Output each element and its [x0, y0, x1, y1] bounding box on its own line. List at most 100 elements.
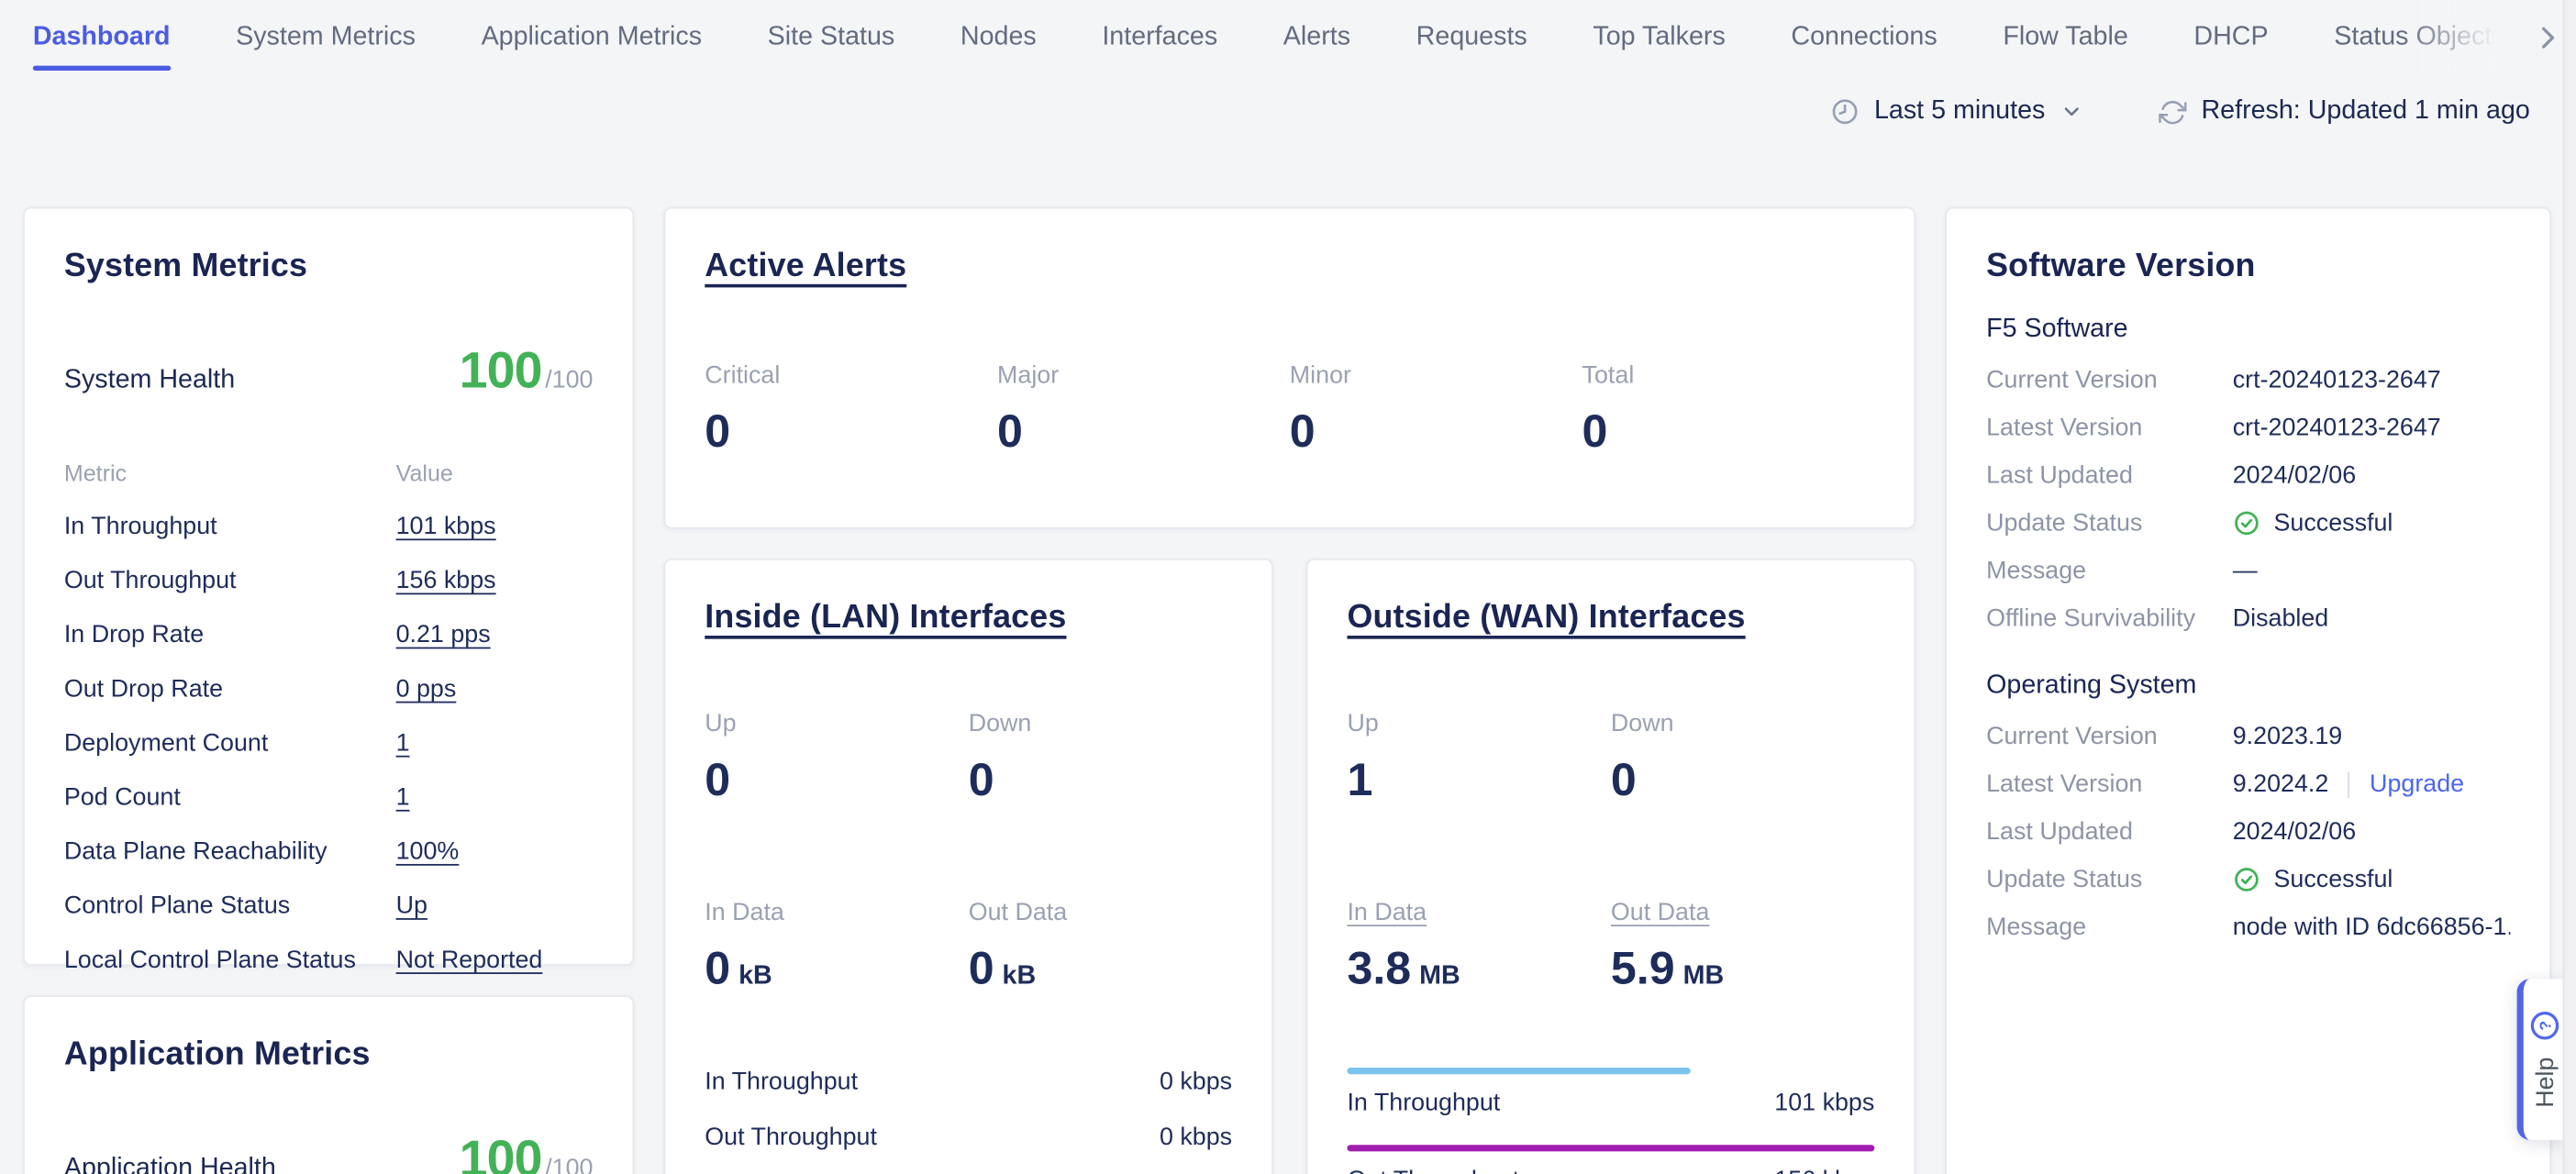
tab-site-status[interactable]: Site Status	[768, 0, 895, 75]
metric-label: Out Throughput	[64, 567, 396, 594]
tab-system-metrics[interactable]: System Metrics	[236, 0, 416, 75]
software-row-current-version: Current Versioncrt-20240123-2647	[1986, 357, 2510, 404]
tab-flow-table[interactable]: Flow Table	[2003, 0, 2127, 75]
top-nav: Dashboard System Metrics Application Metri…	[0, 0, 2576, 75]
software-row-label: Latest Version	[1986, 414, 2233, 441]
software-row-message: Message—	[1986, 547, 2510, 594]
software-row-update-status: Update StatusSuccessful	[1986, 856, 2510, 903]
metric-label: In Throughput	[64, 513, 396, 540]
interface-data-label[interactable]: In Data	[1347, 899, 1610, 926]
refresh-control[interactable]: Refresh: Updated 1 min ago	[2159, 97, 2530, 127]
tab-alerts[interactable]: Alerts	[1283, 0, 1350, 75]
interface-stat-label: Up	[705, 710, 968, 737]
interface-stat-label: Up	[1347, 710, 1610, 737]
tab-dashboard[interactable]: Dashboard	[33, 0, 171, 75]
throughput-bar	[1347, 1068, 1690, 1074]
tab-application-metrics[interactable]: Application Metrics	[482, 0, 702, 75]
interface-stat-value: 0	[705, 754, 968, 806]
metric-row: In Throughput101 kbps	[64, 513, 594, 540]
chevron-right-icon	[2530, 19, 2566, 55]
tab-connections[interactable]: Connections	[1791, 0, 1937, 75]
toolbar: Last 5 minutes Refresh: Updated 1 min ag…	[1830, 97, 2530, 127]
system-health-label: System Health	[64, 366, 235, 395]
metric-value-link[interactable]: 1	[396, 729, 594, 757]
metric-value-link[interactable]: 0 pps	[396, 675, 594, 703]
metric-value-link[interactable]: 101 kbps	[396, 513, 594, 540]
data-value-number: 0	[969, 943, 994, 994]
help-tab[interactable]: Help ?	[2517, 979, 2565, 1140]
tab-status-objects[interactable]: Status Objects	[2334, 0, 2504, 75]
tab-dhcp[interactable]: DHCP	[2193, 0, 2268, 75]
data-value-unit: kB	[738, 962, 772, 990]
metric-value-link[interactable]: 0.21 pps	[396, 621, 594, 648]
software-row-offline-survivability: Offline SurvivabilityDisabled	[1986, 594, 2510, 642]
upgrade-link[interactable]: Upgrade	[2370, 770, 2464, 798]
scrollbar-track[interactable]	[2563, 0, 2576, 1174]
software-row-text: Successful	[2273, 509, 2393, 537]
wan-stat-up: Up 1	[1347, 710, 1610, 807]
wan-stat-in-data: In Data3.8MB	[1347, 899, 1610, 996]
interface-stat-value: 1	[1347, 754, 1610, 806]
software-section-operating-system: Operating SystemCurrent Version9.2023.19…	[1986, 671, 2510, 950]
metric-table-body: In Throughput101 kbpsOut Throughput156 k…	[64, 513, 594, 974]
software-row-current-version: Current Version9.2023.19	[1986, 713, 2510, 760]
system-health-suffix: /100	[545, 366, 593, 393]
metric-value-link[interactable]: Up	[396, 892, 594, 919]
software-section-f5-software: F5 SoftwareCurrent Versioncrt-20240123-2…	[1986, 316, 2510, 642]
metric-row: Out Drop Rate0 pps	[64, 675, 594, 703]
active-alerts-title[interactable]: Active Alerts	[705, 248, 906, 285]
interface-data-value: 0 kB	[969, 943, 1232, 995]
interface-data-value: 5.9MB	[1611, 943, 1874, 995]
software-row-label: Latest Version	[1986, 770, 2233, 798]
throughput-row: Out Throughput0 kbps	[705, 1124, 1232, 1151]
metric-value-link[interactable]: 100%	[396, 837, 594, 865]
metric-row: Out Throughput156 kbps	[64, 567, 594, 594]
metric-row: Data Plane Reachability100%	[64, 837, 594, 865]
stage: Dashboard System Metrics Application Metri…	[0, 0, 2576, 1174]
wan-interfaces-title[interactable]: Outside (WAN) Interfaces	[1347, 600, 1745, 637]
wan-stat-out-data: Out Data 5.9MB	[1611, 899, 1874, 996]
wan-interfaces-card: Outside (WAN) Interfaces Up1Down0 In Dat…	[1306, 559, 1915, 1174]
tab-top-talkers[interactable]: Top Talkers	[1593, 0, 1725, 75]
dashboard-page: Dashboard System Metrics Application Metri…	[0, 0, 2576, 1174]
active-alerts-card: Active Alerts Critical0Major0Minor0Total…	[663, 207, 1915, 529]
throughput-row: In Throughput0 kbps	[705, 1068, 1232, 1095]
application-health-label: Application Health	[64, 1155, 276, 1174]
interface-data-label: In Data	[705, 899, 968, 926]
metric-row: Pod Count1	[64, 783, 594, 811]
time-range-label: Last 5 minutes	[1874, 97, 2045, 127]
metric-value-link[interactable]: 1	[396, 783, 594, 811]
software-row-value: Successful	[2233, 866, 2511, 893]
alert-stat-value: 0	[997, 405, 1290, 458]
throughput-label: Out Throughput	[1347, 1166, 1519, 1174]
metric-value-link[interactable]: Not Reported	[396, 947, 594, 974]
alert-stat-critical: Critical0	[705, 361, 997, 459]
system-metrics-card: System Metrics System Health 100/100 Met…	[23, 207, 634, 966]
software-row-label: Update Status	[1986, 866, 2233, 893]
software-row-text: crt-20240123-2647	[2233, 414, 2441, 441]
data-value-unit: kB	[1003, 962, 1037, 990]
software-row-value: Successful	[2233, 509, 2511, 537]
tab-requests[interactable]: Requests	[1416, 0, 1527, 75]
application-metrics-title: Application Metrics	[64, 1036, 594, 1074]
alert-stat-label: Major	[997, 361, 1290, 389]
wan-throughput-list: In Throughput101 kbpsOut Throughput156 k…	[1347, 1068, 1874, 1174]
metric-table-header: Metric Value	[64, 460, 594, 486]
metric-value-link[interactable]: 156 kbps	[396, 567, 594, 594]
lan-interfaces-title[interactable]: Inside (LAN) Interfaces	[705, 600, 1066, 637]
interface-data-label[interactable]: Out Data	[1611, 899, 1874, 926]
system-health-score: 100/100	[460, 341, 594, 400]
alert-stat-value: 0	[1290, 405, 1582, 458]
software-row-value: 2024/02/06	[2233, 461, 2511, 489]
tab-nodes[interactable]: Nodes	[960, 0, 1037, 75]
alert-stat-value: 0	[1582, 405, 1875, 458]
throughput-label: Out Throughput	[705, 1124, 877, 1151]
application-metrics-card: Application Metrics Application Health 1…	[23, 995, 634, 1174]
tab-interfaces[interactable]: Interfaces	[1102, 0, 1217, 75]
interface-data-label: Out Data	[969, 899, 1232, 926]
software-version-title: Software Version	[1986, 248, 2510, 285]
time-range-selector[interactable]: Last 5 minutes	[1830, 97, 2083, 127]
metric-label: Out Drop Rate	[64, 675, 396, 703]
question-mark-icon: ?	[2529, 1011, 2559, 1040]
metric-label: Control Plane Status	[64, 892, 396, 919]
